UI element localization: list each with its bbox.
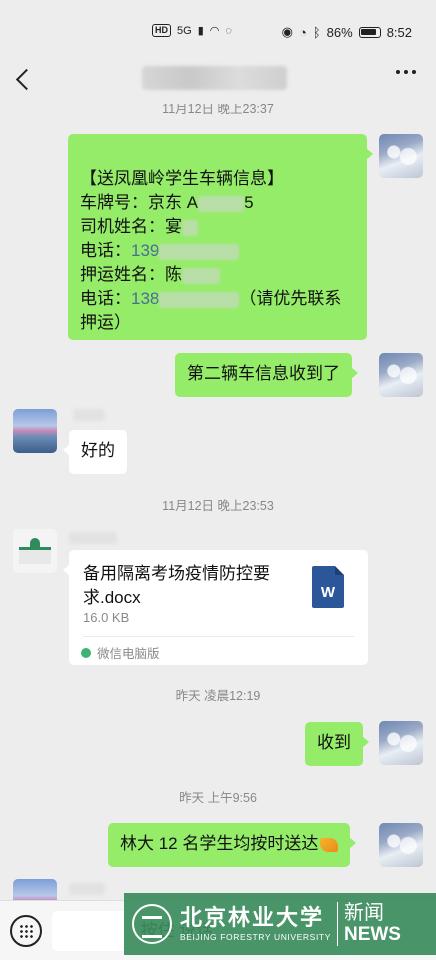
word-letter: W (320, 584, 336, 601)
phone-link[interactable]: 139 (131, 241, 159, 260)
word-document-icon: W (312, 566, 344, 608)
file-size: 16.0 KB (83, 610, 130, 625)
eye-icon: ◉ (281, 24, 293, 39)
file-source: 微信电脑版 (81, 643, 160, 662)
msg-line: 车牌号：京东 A 5 (80, 191, 355, 215)
msg-line: 电话：139 (80, 239, 355, 263)
clock: 8:52 (386, 24, 412, 40)
signal-icon: 5G (177, 24, 192, 37)
redaction-mask (198, 195, 245, 212)
message-bubble[interactable]: 收到 (305, 722, 369, 766)
file-source-label: 微信电脑版 (97, 647, 160, 661)
msg-line: 司机姓名：宴 (80, 215, 355, 239)
timestamp: 昨天 凌晨12:19 (175, 689, 261, 703)
timestamp: 昨天 上午9:56 (179, 791, 257, 805)
dot-icon (412, 70, 416, 74)
network-indicators: HD 5G ▮ ◠ ◌ (152, 24, 232, 37)
file-message-card[interactable]: 备用隔离考场疫情防控要求.docx 16.0 KB W 微信电脑版 (63, 550, 368, 665)
my-avatar[interactable] (379, 721, 423, 765)
sender-name-redacted (69, 532, 117, 544)
more-options-button[interactable] (396, 70, 416, 74)
battery-icon (358, 26, 381, 38)
sync-icon: ◌ (225, 24, 232, 37)
my-avatar[interactable] (379, 353, 423, 397)
msg-line: 押运姓名：陈 (80, 263, 355, 287)
msg-line: 押运） (80, 313, 131, 332)
contact-avatar[interactable] (13, 529, 57, 573)
watermark-cn: 北京林业大学 (180, 905, 325, 931)
contact-avatar[interactable] (13, 409, 57, 453)
status-bar: HD 5G ▮ ◠ ◌ ◉ ◔ ᛒ 86% 8:52 (0, 0, 436, 52)
msg-text: 5 (244, 193, 254, 212)
chat-title-redacted (142, 66, 287, 90)
chat-area[interactable]: 11月12日 晚上23:37 【送凤凰岭学生车辆信息】 车牌号：京东 A 5 司机… (0, 104, 436, 900)
message-bubble[interactable]: 第二辆车信息收到了 (175, 353, 358, 397)
msg-text: 车牌号：京东 A (80, 193, 199, 212)
news-cn: 新闻 (343, 902, 384, 924)
signal-bars-icon: ▮ (197, 25, 204, 37)
message-bubble[interactable]: 好的 (63, 430, 127, 474)
msg-line: 电话：138 （请优先联系 (80, 287, 355, 311)
watermark-text: 北京林业大学 BEIJING FORESTRY UNIVERSITY (180, 905, 331, 943)
msg-text: 司机姓名：宴 (80, 217, 182, 236)
news-en: NEWS (343, 924, 401, 945)
divider (83, 636, 354, 637)
message-text: 林大 12 名学生均按时送达 (120, 834, 319, 853)
msg-text: 电话： (80, 241, 131, 260)
file-name: 备用隔离考场疫情防控要求.docx (83, 564, 270, 607)
timestamp: 11月12日 晚上23:37 (162, 104, 274, 116)
msg-text: （请优先联系 (239, 289, 342, 308)
watermark-news: 新闻 NEWS (344, 902, 401, 946)
my-avatar[interactable] (379, 823, 423, 867)
contact-avatar[interactable] (13, 879, 57, 900)
message-bubble[interactable]: 林大 12 名学生均按时送达 (108, 823, 357, 867)
msg-text: 电话： (80, 289, 131, 308)
wifi-icon: ◠ (209, 25, 220, 37)
message-vehicle-info[interactable]: 【送凤凰岭学生车辆信息】 车牌号：京东 A5 司机姓名：宴 电话：139 押运姓… (68, 134, 373, 340)
redaction-mask (159, 243, 240, 260)
status-right: ◉ ◔ ᛒ 86% 8:52 (282, 24, 412, 40)
battery-level: 86% (326, 24, 353, 40)
redaction-mask (182, 267, 220, 284)
chat-header (0, 52, 436, 104)
alarm-icon: ◔ (298, 24, 307, 40)
watermark-en: BEIJING FORESTRY UNIVERSITY (180, 932, 331, 942)
bjfu-news-watermark: 北京林业大学 BEIJING FORESTRY UNIVERSITY 新闻 NE… (124, 893, 436, 955)
firecracker-emoji-icon (320, 837, 339, 852)
sender-name-redacted (69, 883, 105, 895)
dot-icon (396, 70, 400, 74)
msg-text: 押运姓名：陈 (80, 265, 182, 284)
timestamp: 11月12日 晚上23:53 (162, 499, 274, 513)
redaction-mask (159, 291, 240, 308)
wechat-pc-icon (81, 647, 91, 658)
sender-name-redacted (73, 409, 105, 421)
divider (336, 902, 338, 946)
hd-icon: HD (152, 24, 171, 37)
redaction-mask (182, 219, 198, 236)
phone-link[interactable]: 138 (131, 289, 159, 308)
my-avatar[interactable] (379, 134, 423, 178)
dot-icon (404, 70, 408, 74)
msg-line: 【送凤凰岭学生车辆信息】 (80, 169, 284, 188)
bluetooth-icon: ᛒ (312, 24, 321, 40)
back-button[interactable] (12, 64, 36, 92)
bjfu-logo-icon (132, 904, 172, 944)
keyboard-toggle-icon[interactable] (10, 915, 42, 947)
